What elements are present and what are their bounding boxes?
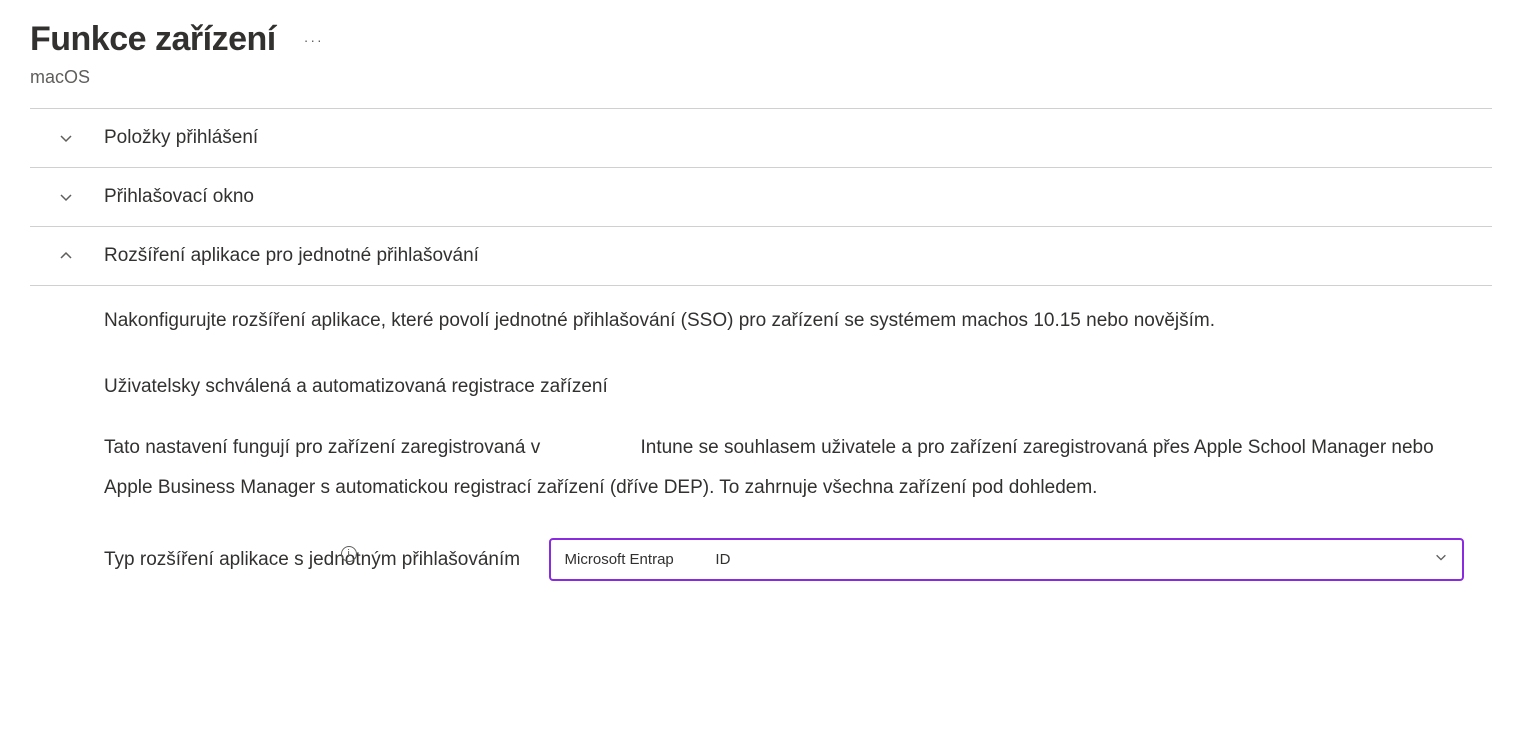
- chevron-up-icon: [58, 248, 74, 264]
- section-sso-extension[interactable]: Rozšíření aplikace pro jednotné přihlašo…: [30, 226, 1492, 286]
- page-title: Funkce zařízení: [30, 20, 276, 59]
- page-header: Funkce zařízení ··· macOS: [30, 20, 1492, 88]
- section-label: Položky přihlášení: [104, 127, 258, 149]
- section-label: Rozšíření aplikace pro jednotné přihlašo…: [104, 245, 479, 267]
- section-login-items[interactable]: Položky přihlášení: [30, 108, 1492, 167]
- more-options-icon[interactable]: ···: [296, 28, 332, 52]
- section-label: Přihlašovací okno: [104, 186, 254, 208]
- sso-type-field-row: Typ rozšíření aplikace s jednotným přihl…: [104, 538, 1492, 581]
- info-icon[interactable]: i: [341, 546, 357, 562]
- chevron-down-icon: [58, 189, 74, 205]
- sso-type-dropdown[interactable]: Microsoft Entrap ID: [549, 538, 1464, 581]
- sso-subsection-text: Tato nastavení fungují pro zařízení zare…: [104, 428, 1444, 508]
- section-login-window[interactable]: Přihlašovací okno: [30, 167, 1492, 226]
- sections-container: Položky přihlášení Přihlašovací okno Roz…: [30, 108, 1492, 581]
- sso-type-label: Typ rozšíření aplikace s jednotným přihl…: [104, 549, 520, 570]
- page-subtitle: macOS: [30, 67, 1492, 88]
- sso-subsection-title: Uživatelsky schválená a automatizovaná r…: [104, 376, 1492, 398]
- chevron-down-icon: [1434, 550, 1448, 569]
- sso-description: Nakonfigurujte rozšíření aplikace, které…: [104, 306, 1492, 336]
- title-row: Funkce zařízení ···: [30, 20, 1492, 59]
- chevron-down-icon: [58, 130, 74, 146]
- dropdown-selected-value: Microsoft Entrap ID: [565, 551, 731, 568]
- sso-expanded-content: Nakonfigurujte rozšíření aplikace, které…: [30, 286, 1492, 581]
- field-label-wrapper: Typ rozšíření aplikace s jednotným přihl…: [104, 549, 541, 571]
